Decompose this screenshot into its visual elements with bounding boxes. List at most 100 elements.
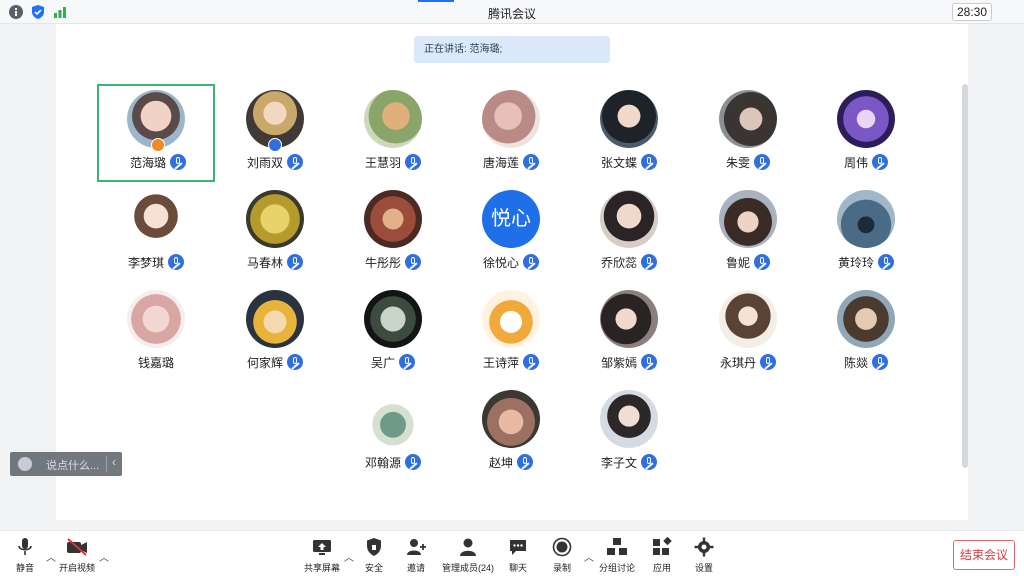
participant-name: 乔欣蕊 bbox=[600, 255, 637, 270]
mute-button[interactable]: 静音 bbox=[8, 537, 42, 575]
mic-muted-icon[interactable] bbox=[523, 254, 539, 270]
participant-tile[interactable]: 王诗萍 bbox=[452, 284, 570, 382]
participant-tile[interactable]: 李子文 bbox=[570, 384, 688, 482]
mic-muted-icon[interactable] bbox=[287, 254, 303, 270]
end-meeting-button[interactable]: 结束会议 bbox=[953, 540, 1015, 570]
participant-name: 邹紫嫣 bbox=[600, 355, 637, 370]
mic-muted-icon[interactable] bbox=[399, 354, 415, 370]
participant-name: 陈燚 bbox=[843, 355, 868, 370]
participant-name: 马春林 bbox=[246, 255, 283, 270]
participant-nameline: 李梦琪 bbox=[97, 254, 215, 270]
chevron-up-icon[interactable]: ︿ bbox=[584, 549, 594, 564]
avatar bbox=[127, 190, 185, 248]
invite-button[interactable]: 邀请 bbox=[402, 537, 430, 575]
gallery-scrollbar[interactable] bbox=[962, 84, 968, 468]
participant-tile[interactable]: 钱嘉璐 bbox=[97, 284, 215, 382]
participant-tile[interactable]: 范海璐 bbox=[97, 84, 215, 182]
mic-muted-icon[interactable] bbox=[287, 154, 303, 170]
participant-tile[interactable]: 鲁妮 bbox=[689, 184, 807, 282]
participant-tile[interactable]: 悦心 徐悦心 bbox=[452, 184, 570, 282]
mic-muted-icon[interactable] bbox=[405, 154, 421, 170]
mic-muted-icon[interactable] bbox=[517, 454, 533, 470]
mic-muted-icon[interactable] bbox=[641, 454, 657, 470]
mic-muted-icon[interactable] bbox=[287, 354, 303, 370]
manage-members-button[interactable]: 管理成员(24) bbox=[440, 537, 496, 575]
participant-tile[interactable]: 黄玲玲 bbox=[807, 184, 925, 282]
participant-name: 周伟 bbox=[843, 155, 868, 170]
meeting-toolbar: 静音 ︿ 开启视频 ︿ 共享屏幕 ︿ 安全 邀请 管理成员(24) 聊天 录制 … bbox=[0, 530, 1024, 576]
share-screen-button[interactable]: 共享屏幕 bbox=[302, 537, 342, 575]
participant-tile[interactable]: 邓翰源 bbox=[334, 384, 452, 482]
apps-button[interactable]: 应用 bbox=[648, 537, 676, 575]
participant-tile[interactable]: 乔欣蕊 bbox=[570, 184, 688, 282]
participant-tile[interactable]: 朱雯 bbox=[689, 84, 807, 182]
avatar bbox=[837, 90, 895, 148]
participant-tile[interactable]: 马春林 bbox=[216, 184, 334, 282]
participant-tile[interactable]: 李梦琪 bbox=[97, 184, 215, 282]
mic-muted-icon[interactable] bbox=[872, 354, 888, 370]
participant-tile[interactable]: 王慧羽 bbox=[334, 84, 452, 182]
start-video-button[interactable]: 开启视频 bbox=[56, 537, 98, 575]
mic-muted-icon[interactable] bbox=[523, 154, 539, 170]
settings-button[interactable]: 设置 bbox=[690, 537, 718, 575]
participant-nameline: 邹紫嫣 bbox=[570, 354, 688, 370]
participant-nameline: 王慧羽 bbox=[334, 154, 452, 170]
participant-tile[interactable]: 周伟 bbox=[807, 84, 925, 182]
participant-tile[interactable]: 永琪丹 bbox=[689, 284, 807, 382]
record-button[interactable]: 录制 bbox=[548, 537, 576, 575]
participant-name: 刘雨双 bbox=[246, 155, 283, 170]
participant-nameline: 吴广 bbox=[334, 354, 452, 370]
breakout-rooms-icon bbox=[607, 538, 627, 555]
mic-muted-icon[interactable] bbox=[170, 154, 186, 170]
participant-tile[interactable]: 张文蝶 bbox=[570, 84, 688, 182]
title-accent-bar bbox=[418, 0, 454, 2]
cohost-badge-icon bbox=[268, 138, 282, 152]
participant-nameline: 何家辉 bbox=[216, 354, 334, 370]
avatar bbox=[246, 290, 304, 348]
participant-nameline: 范海璐 bbox=[99, 154, 217, 170]
mic-muted-icon[interactable] bbox=[641, 354, 657, 370]
participant-name: 钱嘉璐 bbox=[137, 355, 174, 370]
chat-placeholder: 说点什么... bbox=[46, 460, 100, 472]
title-bar: 腾讯会议 28:30 bbox=[0, 0, 1024, 24]
participant-tile[interactable]: 吴广 bbox=[334, 284, 452, 382]
avatar bbox=[482, 90, 540, 148]
participant-name: 永琪丹 bbox=[719, 355, 756, 370]
host-badge-icon bbox=[151, 138, 165, 152]
mic-muted-icon[interactable] bbox=[754, 154, 770, 170]
participant-tile[interactable]: 何家辉 bbox=[216, 284, 334, 382]
window-title: 腾讯会议 bbox=[487, 7, 536, 21]
record-icon bbox=[552, 537, 572, 557]
collapse-chevron-icon[interactable]: ‹ bbox=[112, 455, 116, 469]
avatar: 悦心 bbox=[482, 190, 540, 248]
chat-quick-input[interactable]: 说点什么... ‹ bbox=[10, 452, 122, 476]
chevron-up-icon[interactable]: ︿ bbox=[344, 549, 354, 564]
invite-label: 邀请 bbox=[406, 563, 425, 573]
emoji-icon[interactable] bbox=[18, 457, 32, 471]
chevron-up-icon[interactable]: ︿ bbox=[99, 549, 109, 564]
mic-muted-icon[interactable] bbox=[405, 454, 421, 470]
participant-tile[interactable]: 邹紫嫣 bbox=[570, 284, 688, 382]
breakout-rooms-button[interactable]: 分组讨论 bbox=[598, 537, 636, 575]
participant-tile[interactable]: 刘雨双 bbox=[216, 84, 334, 182]
mic-muted-icon[interactable] bbox=[523, 354, 539, 370]
chevron-up-icon[interactable]: ︿ bbox=[46, 549, 56, 564]
participant-nameline: 永琪丹 bbox=[689, 354, 807, 370]
avatar bbox=[364, 390, 422, 448]
participant-tile[interactable]: 牛彤彤 bbox=[334, 184, 452, 282]
mic-muted-icon[interactable] bbox=[760, 354, 776, 370]
participant-tile[interactable]: 唐海莲 bbox=[452, 84, 570, 182]
participant-tile[interactable]: 赵坤 bbox=[452, 384, 570, 482]
participant-tile[interactable]: 陈燚 bbox=[807, 284, 925, 382]
security-button[interactable]: 安全 bbox=[360, 537, 388, 575]
mic-muted-icon[interactable] bbox=[641, 254, 657, 270]
avatar bbox=[364, 290, 422, 348]
mic-muted-icon[interactable] bbox=[754, 254, 770, 270]
mic-muted-icon[interactable] bbox=[878, 254, 894, 270]
mic-muted-icon[interactable] bbox=[872, 154, 888, 170]
avatar bbox=[364, 90, 422, 148]
mic-muted-icon[interactable] bbox=[168, 254, 184, 270]
chat-button[interactable]: 聊天 bbox=[504, 537, 532, 575]
mic-muted-icon[interactable] bbox=[641, 154, 657, 170]
mic-muted-icon[interactable] bbox=[405, 254, 421, 270]
